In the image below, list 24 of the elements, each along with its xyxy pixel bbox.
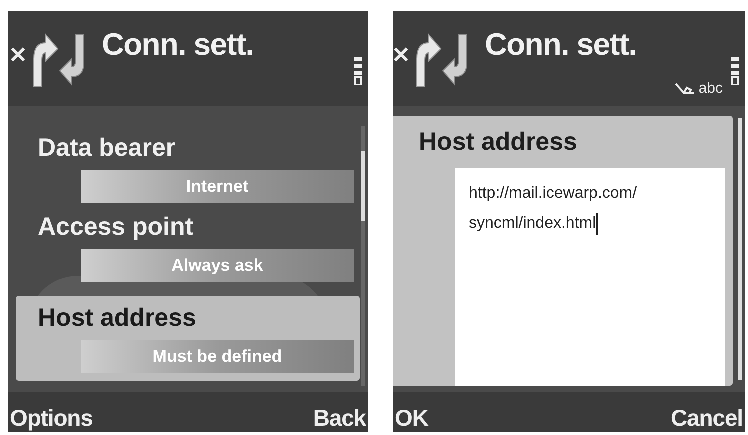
screen-title: Conn. sett. <box>485 29 637 60</box>
scroll-bar[interactable] <box>361 126 365 386</box>
input-mode-label: abc <box>698 81 723 96</box>
close-button[interactable]: × <box>10 41 26 69</box>
left-softkey[interactable]: Options <box>10 407 93 430</box>
field-label: Host address <box>418 127 578 158</box>
setting-item[interactable]: Data bearer Internet <box>16 134 360 213</box>
setting-label: Access point <box>37 213 195 241</box>
setting-label: Host address <box>37 304 198 332</box>
scroll-bar[interactable] <box>738 118 742 380</box>
setting-label: Data bearer <box>37 134 177 162</box>
address-input-field[interactable]: http://mail.icewarp.com/ syncml/index.html <box>455 168 725 386</box>
setting-item[interactable]: Host address Must be defined <box>16 296 360 381</box>
screen-title: Conn. sett. <box>102 29 254 60</box>
setting-item[interactable]: Access point Always ask <box>16 213 360 292</box>
left-softkey[interactable]: OK <box>395 407 428 430</box>
signal-icon <box>731 57 739 85</box>
pen-icon <box>674 82 695 94</box>
signal-icon <box>354 57 362 85</box>
close-button[interactable]: × <box>393 41 409 69</box>
address-text-line: syncml/index.html <box>469 214 596 234</box>
right-softkey[interactable]: Back <box>313 407 366 430</box>
address-text-line: http://mail.icewarp.com/ <box>469 184 638 204</box>
right-softkey[interactable]: Cancel <box>671 407 743 430</box>
